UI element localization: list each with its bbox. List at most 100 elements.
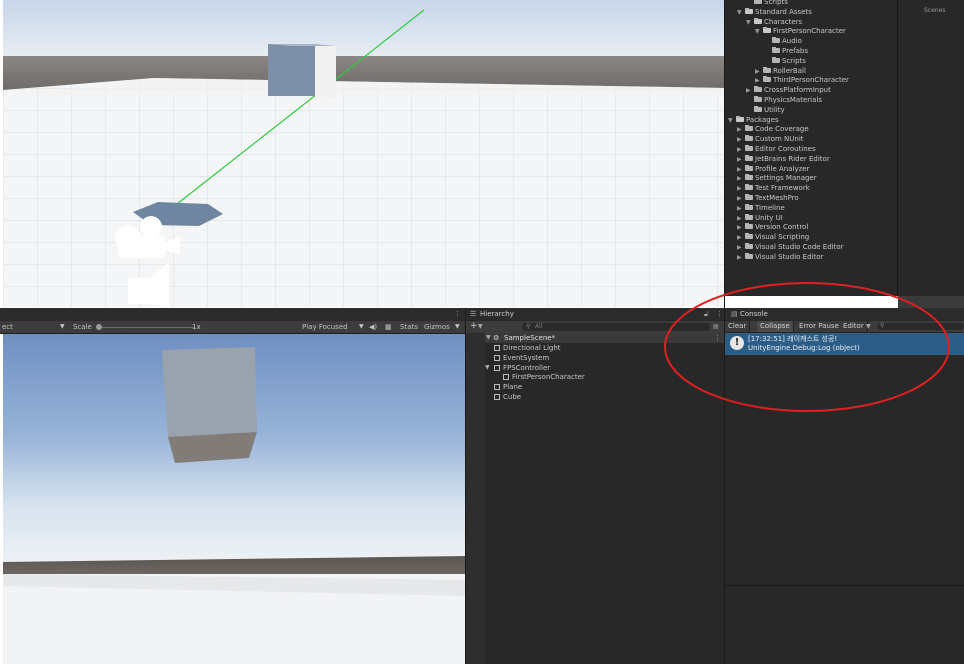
project-tree-item-label: Test Framework <box>755 184 810 193</box>
project-tree-item[interactable]: ▶ Visual Studio Editor <box>737 252 823 262</box>
scale-label: Scale <box>73 323 92 331</box>
project-tree-item[interactable]: ▶ CrossPlatformInput <box>746 85 831 95</box>
panel-divider[interactable] <box>465 308 466 664</box>
folder-icon <box>745 125 753 132</box>
display-dropdown[interactable]: ect <box>2 322 13 332</box>
folder-icon <box>745 213 753 220</box>
project-tree-item[interactable]: ▶ Visual Scripting <box>737 232 809 242</box>
project-side-label: Scenes <box>924 7 946 14</box>
hierarchy-item[interactable]: FirstPersonCharacter <box>503 372 585 382</box>
annotation-ellipse <box>664 282 950 412</box>
project-tree-item-label: Version Control <box>755 223 809 232</box>
project-tree-item[interactable]: ▶ Unity UI <box>737 213 783 223</box>
folder-open-icon <box>736 115 744 122</box>
create-button[interactable]: + <box>470 321 478 331</box>
project-tree-item[interactable]: ▶ ThirdPersonCharacter <box>755 75 849 85</box>
mute-audio-icon[interactable]: ◀) <box>369 322 377 332</box>
project-tree-item-label: Visual Studio Code Editor <box>755 243 844 251</box>
project-tree-item[interactable]: ▶ Timeline <box>737 203 785 213</box>
project-tree-item[interactable]: ▶ Custom NUnit <box>737 134 804 144</box>
create-arrow-icon[interactable]: ▼ <box>478 322 483 332</box>
folder-icon <box>772 37 780 44</box>
project-tree-item[interactable]: Audio <box>764 36 802 46</box>
project-tree-item[interactable]: Utility <box>746 105 785 115</box>
scale-value: 1x <box>192 323 201 331</box>
project-tree-item[interactable]: ▶ TextMeshPro <box>737 193 799 203</box>
project-tree-item[interactable]: Scripts <box>764 56 806 66</box>
project-tree-item[interactable]: ▶ Version Control <box>737 222 808 232</box>
expanded-arrow-icon[interactable]: ▼ <box>746 18 754 28</box>
hierarchy-item[interactable]: Plane <box>494 382 522 392</box>
project-tree-item[interactable]: ▶ JetBrains Rider Editor <box>737 154 830 164</box>
project-tree-item[interactable]: PhysicsMaterials <box>746 95 822 105</box>
project-tree-item[interactable]: ▶ Code Coverage <box>737 124 809 134</box>
project-tree-item-label: Scripts <box>782 56 806 65</box>
folder-icon <box>745 223 753 230</box>
folder-open-icon <box>754 17 762 24</box>
project-tree-item-label: Standard Assets <box>755 7 812 16</box>
play-mode-dropdown[interactable]: Play Focused <box>302 322 348 332</box>
gameobject-cube-icon <box>494 345 500 351</box>
stats-button[interactable]: Stats <box>400 322 418 332</box>
display-dropdown-arrow-icon[interactable]: ▼ <box>60 322 65 332</box>
game-toolbar: ect ▼ Scale 1x Play Focused ▼ ◀) ▦ Stats… <box>0 321 465 334</box>
game-view[interactable] <box>3 334 465 664</box>
project-tree-item-label: Editor Coroutines <box>755 145 816 153</box>
hierarchy-item[interactable]: Cube <box>494 392 521 402</box>
project-tree-item-label: Unity UI <box>755 213 783 222</box>
expanded-arrow-icon[interactable]: ▼ <box>755 27 763 37</box>
keyboard-shortcuts-icon[interactable]: ▦ <box>385 322 392 332</box>
gizmos-arrow-icon[interactable]: ▼ <box>455 322 460 332</box>
project-tree-item[interactable]: ▶ Test Framework <box>737 183 810 193</box>
project-divider[interactable] <box>897 0 898 296</box>
project-tree-item[interactable]: ▼ Packages <box>728 115 779 125</box>
project-tree-item[interactable]: ▼ FirstPersonCharacter <box>755 26 846 36</box>
hierarchy-item[interactable]: Directional Light <box>494 343 561 353</box>
scale-slider-track[interactable] <box>97 327 195 328</box>
gameobject-cube-icon <box>494 354 500 361</box>
folder-open-icon <box>763 27 771 34</box>
scene-view[interactable] <box>3 0 725 307</box>
folder-open-icon <box>745 7 753 14</box>
expanded-arrow-icon[interactable]: ▼ <box>728 116 736 126</box>
project-tree-item[interactable]: ▶ Profile Analyzer <box>737 164 809 174</box>
gameobject-cube-icon <box>494 394 500 400</box>
gizmos-button[interactable]: Gizmos <box>424 322 450 332</box>
scale-slider-handle[interactable] <box>96 324 102 330</box>
project-tree-item[interactable]: Prefabs <box>764 46 808 56</box>
hierarchy-gutter <box>466 333 485 664</box>
folder-icon <box>745 154 753 161</box>
project-tree-item[interactable]: ▶ Editor Coroutines <box>737 144 816 154</box>
console-detail-divider[interactable] <box>725 585 964 586</box>
collapsed-arrow-icon[interactable]: ▶ <box>737 253 745 263</box>
folder-icon <box>745 252 753 259</box>
project-tree-item-label: Visual Studio Editor <box>755 252 824 261</box>
play-mode-arrow-icon[interactable]: ▼ <box>359 322 364 332</box>
hierarchy-tab[interactable]: Hierarchy <box>480 309 514 319</box>
project-tree-item[interactable]: ▶ RollerBall <box>755 66 806 76</box>
folder-icon <box>745 184 753 191</box>
scene-name: SampleScene* <box>504 334 556 342</box>
project-tree-item[interactable]: ▶ Visual Studio Code Editor <box>737 242 844 252</box>
scene-expand-arrow-icon[interactable]: ▼ <box>486 333 491 343</box>
hierarchy-item-label: FirstPersonCharacter <box>512 373 585 382</box>
hierarchy-item-label: Plane <box>503 383 523 392</box>
project-tree-item-label: RollerBall <box>773 66 806 75</box>
project-tree-item[interactable]: ▼ Characters <box>746 17 802 27</box>
folder-icon <box>745 145 753 151</box>
expanded-arrow-icon[interactable]: ▼ <box>737 8 745 18</box>
expand-arrow-icon[interactable]: ▼ <box>485 363 490 373</box>
project-tree-item-label: Settings Manager <box>755 174 817 183</box>
scene-cube[interactable] <box>268 44 336 98</box>
project-tree-item[interactable]: ▶ Settings Manager <box>737 173 817 183</box>
hierarchy-item[interactable]: EventSystem <box>494 353 549 363</box>
project-tree-item-label: Code Coverage <box>755 125 809 134</box>
kebab-menu-icon[interactable]: ⋮ <box>454 309 461 319</box>
folder-icon <box>745 174 753 181</box>
game-render <box>3 334 465 664</box>
hierarchy-item[interactable]: ▼ FPSController <box>485 363 550 373</box>
folder-icon <box>754 86 762 93</box>
project-tree-item-label: CrossPlatformInput <box>764 86 831 95</box>
project-tree-item[interactable]: ▼ Standard Assets <box>737 7 812 17</box>
folder-icon <box>772 56 780 63</box>
